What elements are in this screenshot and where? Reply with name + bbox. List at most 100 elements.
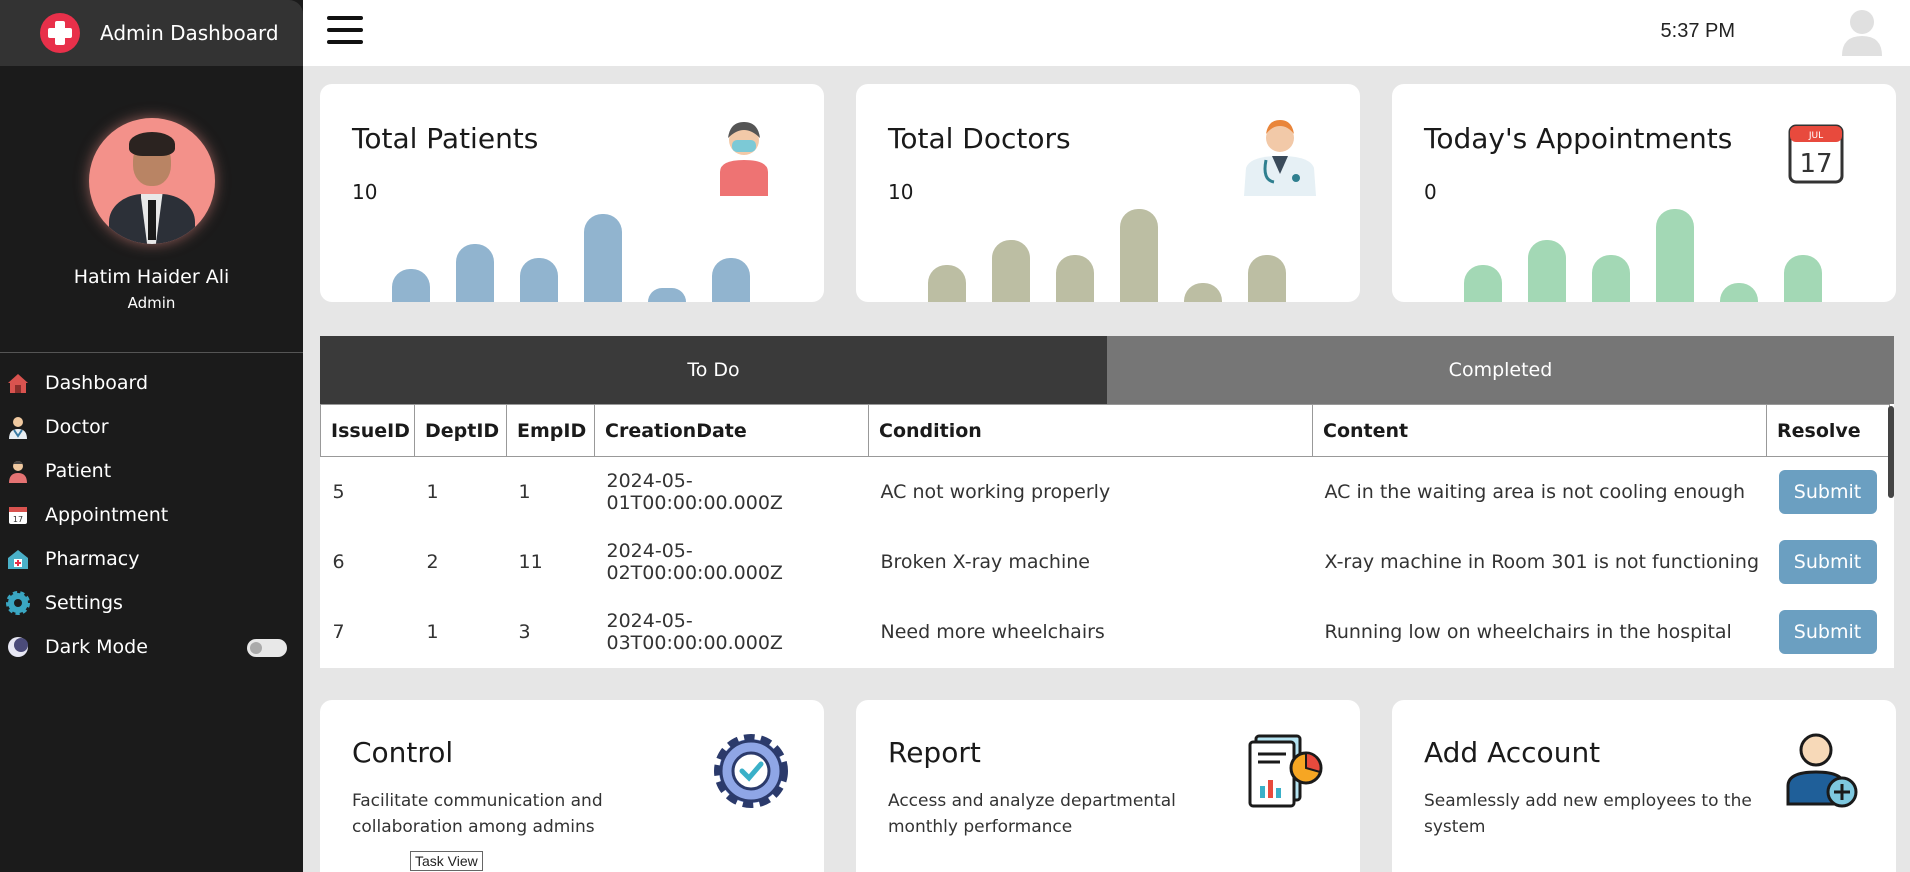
feature-card-add-account[interactable]: Add Account Seamlessly add new employees… (1392, 700, 1896, 872)
stat-bar (928, 265, 966, 302)
clock: 5:37 PM (1660, 20, 1735, 42)
cell-content: AC in the waiting area is not cooling en… (1324, 480, 1746, 503)
cell-deptid: 1 (426, 620, 439, 643)
tab-completed[interactable]: Completed (1107, 336, 1894, 404)
doctor-icon (1244, 120, 1316, 196)
sidebar-item-patient[interactable]: Patient (0, 449, 303, 493)
cell-creationdate: 2024-05-03T00:00:00.000Z (606, 609, 783, 654)
doctor-icon (9, 417, 27, 439)
cell-empid: 1 (518, 480, 531, 503)
table-header-row: IssueID DeptID EmpID CreationDate Condit… (320, 404, 1890, 457)
cell-condition: Need more wheelchairs (880, 620, 1105, 643)
add-user-icon (1786, 733, 1858, 808)
stat-bar (392, 269, 430, 302)
feature-title: Report (888, 736, 981, 769)
stat-bar (1592, 255, 1630, 302)
issues-table: IssueID DeptID EmpID CreationDate Condit… (320, 404, 1890, 667)
stat-bar (712, 258, 750, 302)
calendar-icon: 17 (9, 507, 27, 524)
sidebar-item-appointment[interactable]: 17 Appointment (0, 493, 303, 537)
sidebar-item-dashboard[interactable]: Dashboard (0, 361, 303, 405)
table-scrollbar[interactable] (1888, 406, 1894, 498)
sidebar-item-label: Pharmacy (45, 548, 140, 570)
table-row: 6 2 11 2024-05-02T00:00:00.000Z Broken X… (321, 527, 1890, 597)
stat-bar (1184, 283, 1222, 302)
submit-button[interactable]: Submit (1778, 609, 1877, 654)
patient-icon (9, 461, 27, 483)
cell-creationdate: 2024-05-01T00:00:00.000Z (606, 469, 783, 514)
report-chart-icon (1248, 734, 1323, 808)
issues-panel: To Do Completed IssueID DeptID EmpID Cre… (320, 336, 1894, 668)
avatar (88, 118, 215, 244)
stat-bar (1528, 240, 1566, 302)
feature-description: Access and analyze departmental monthly … (888, 791, 1176, 837)
sidebar-item-settings[interactable]: Settings (0, 581, 303, 625)
cell-content: X-ray machine in Room 301 is not functio… (1324, 550, 1760, 573)
feature-title: Control (352, 736, 454, 769)
cell-resolve: Submit (1767, 527, 1890, 597)
sidebar-item-doctor[interactable]: Doctor (0, 405, 303, 449)
tab-todo[interactable]: To Do (320, 336, 1107, 404)
feature-card-control[interactable]: Control Facilitate communication and col… (320, 700, 824, 872)
cell-creationdate: 2024-05-02T00:00:00.000Z (606, 539, 783, 584)
calendar-icon: JUL 17 (1788, 124, 1844, 184)
feature-description: Seamlessly add new employees to the syst… (1424, 791, 1752, 837)
issue-tabs: To Do Completed (320, 336, 1894, 404)
dark-mode-toggle[interactable] (247, 639, 287, 657)
cell-condition: AC not working properly (880, 480, 1111, 503)
menu-icon[interactable] (327, 16, 363, 46)
stat-bars (928, 192, 1308, 302)
sidebar-item-pharmacy[interactable]: Pharmacy (0, 537, 303, 581)
stat-bar (1784, 255, 1822, 302)
submit-button[interactable]: Submit (1778, 539, 1877, 584)
column-header-creationdate[interactable]: CreationDate (594, 404, 869, 457)
cell-resolve: Submit (1767, 457, 1890, 527)
cell-deptid: 1 (426, 480, 439, 503)
stat-bar (992, 240, 1030, 302)
stat-title: Total Doctors (888, 122, 1071, 155)
feature-card-report[interactable]: Report Access and analyze departmental m… (856, 700, 1360, 872)
stat-card-doctors: Total Doctors 10 (856, 84, 1360, 302)
stat-title: Total Patients (352, 122, 539, 155)
calendar-day: 17 (1799, 149, 1832, 179)
sidebar-item-label: Appointment (45, 504, 169, 526)
stat-value: 10 (888, 180, 914, 204)
stat-card-appointments: Today's Appointments 0 JUL 17 (1392, 84, 1896, 302)
column-header-condition[interactable]: Condition (868, 404, 1313, 457)
task-view-tooltip: Task View (410, 851, 483, 871)
sidebar-item-label: Patient (45, 460, 112, 482)
cell-content: Running low on wheelchairs in the hospit… (1324, 620, 1732, 643)
house-icon (8, 374, 28, 393)
pharmacy-icon (8, 550, 28, 569)
sidebar-item-label: Dark Mode (45, 636, 148, 658)
stat-bar (1248, 255, 1286, 302)
feature-description: Facilitate communication and collaborati… (352, 791, 603, 837)
stat-card-patients: Total Patients 10 (320, 84, 824, 302)
stat-bar (1464, 265, 1502, 302)
cell-empid: 3 (518, 620, 531, 643)
column-header-deptid[interactable]: DeptID (414, 404, 507, 457)
stat-bar (1656, 209, 1694, 302)
stat-title: Today's Appointments (1424, 122, 1733, 155)
medical-cross-icon (40, 13, 80, 53)
user-avatar-icon[interactable] (1840, 8, 1884, 56)
stat-bar (520, 258, 558, 302)
submit-button[interactable]: Submit (1778, 469, 1877, 514)
column-header-issueid[interactable]: IssueID (320, 404, 415, 457)
column-header-resolve[interactable]: Resolve (1766, 404, 1890, 457)
feature-title: Add Account (1424, 736, 1601, 769)
gear-check-icon (714, 734, 788, 808)
cell-issueid: 6 (332, 550, 345, 573)
brand-header[interactable]: Admin Dashboard (0, 0, 303, 66)
svg-text:17: 17 (13, 515, 23, 524)
profile-section: Hatim Haider Ali Admin (0, 66, 303, 312)
stat-bar (456, 244, 494, 302)
cell-empid: 11 (518, 550, 543, 573)
calendar-month: JUL (1808, 131, 1823, 141)
sidebar-item-dark-mode: Dark Mode (0, 625, 303, 669)
column-header-content[interactable]: Content (1312, 404, 1767, 457)
topbar: 5:37 PM (303, 0, 1910, 66)
cell-issueid: 7 (332, 620, 345, 643)
stat-value: 0 (1424, 180, 1437, 204)
column-header-empid[interactable]: EmpID (506, 404, 595, 457)
